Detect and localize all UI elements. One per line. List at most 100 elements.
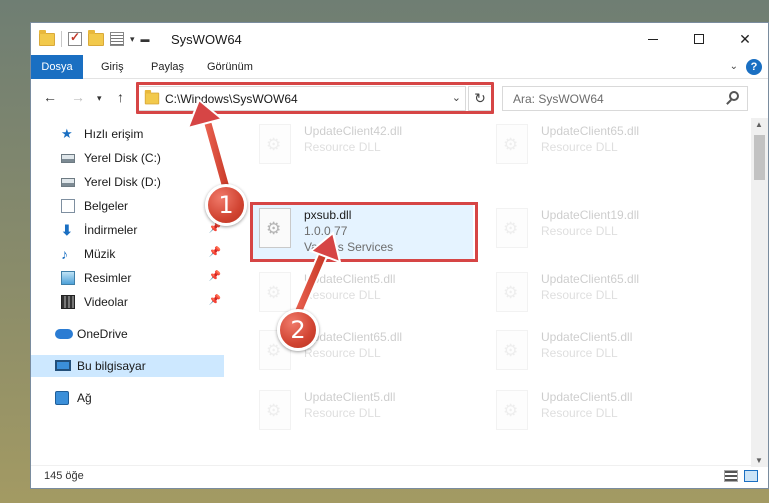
toolbar-divider: [61, 31, 62, 47]
tab-share[interactable]: Paylaş: [143, 55, 192, 79]
drive-icon: [61, 154, 75, 163]
scroll-up-arrow-icon[interactable]: ▲: [755, 120, 763, 129]
new-folder-icon[interactable]: [88, 29, 104, 46]
back-arrow-icon[interactable]: ←: [43, 89, 57, 105]
tab-view[interactable]: Görünüm: [199, 55, 261, 79]
tab-home[interactable]: Giriş: [93, 55, 132, 79]
file-highlight-frame: [250, 202, 478, 262]
file-tile[interactable]: UpdateClient5.dll Resource DLL: [253, 386, 483, 436]
sidebar-item-local-disk-c[interactable]: Yerel Disk (C:): [31, 147, 224, 169]
file-list: UpdateClient42.dll Resource DLL pxsub.dl…: [247, 118, 744, 467]
sidebar-item-quick-access[interactable]: ★ Hızlı erişim: [31, 123, 224, 145]
file-name: UpdateClient65.dll: [541, 124, 640, 138]
music-icon: ♪: [61, 246, 68, 262]
file-name: UpdateClient5.dll: [541, 330, 633, 344]
rename-icon[interactable]: [110, 32, 124, 46]
file-type: Resource DLL: [541, 140, 618, 154]
sidebar-item-pictures[interactable]: Resimler 📌: [31, 267, 224, 289]
expand-ribbon-chevron-icon[interactable]: ⌄: [730, 61, 738, 72]
customize-toolbar-chevron-icon[interactable]: ▾: [130, 34, 135, 45]
maximize-icon: [694, 34, 704, 44]
sidebar-item-videos[interactable]: Videolar 📌: [31, 291, 224, 313]
network-icon: [55, 391, 69, 405]
search-box[interactable]: Ara: SysWOW64: [502, 86, 748, 111]
dll-file-icon: [259, 390, 291, 430]
document-icon: [61, 199, 75, 213]
help-button[interactable]: ?: [746, 59, 762, 75]
recent-locations-chevron-icon[interactable]: ▾: [97, 93, 102, 104]
tab-file[interactable]: Dosya: [31, 55, 83, 79]
sidebar-item-local-disk-d[interactable]: Yerel Disk (D:): [31, 171, 224, 193]
address-highlight-frame: [136, 82, 494, 114]
file-type: Resource DLL: [541, 406, 618, 420]
window-controls: ✕: [630, 23, 768, 55]
pictures-icon: [61, 271, 75, 285]
minimize-button[interactable]: [630, 23, 676, 55]
computer-icon: [55, 360, 71, 371]
search-icon[interactable]: [729, 91, 739, 101]
download-icon: ⬇: [61, 222, 73, 238]
file-type: Resource DLL: [304, 288, 381, 302]
file-name: UpdateClient65.dll: [541, 272, 640, 286]
file-tile[interactable]: UpdateClient5.dll Resource DLL: [490, 386, 720, 436]
item-count: 145 öğe: [44, 470, 84, 482]
file-tile[interactable]: UpdateClient19.dll Resource DLL: [490, 204, 720, 254]
file-name: UpdateClient19.dll: [541, 208, 640, 222]
title-bar: ▾ ▬ SysWOW64 ✕: [31, 23, 768, 55]
navigation-bar: ← → ▾ ↑ C:\Windows\SysWOW64 ⌄ ↻ Ara: Sys…: [31, 80, 768, 116]
tiles-view-icon[interactable]: [744, 470, 758, 482]
up-arrow-icon[interactable]: ↑: [117, 89, 124, 105]
sidebar-item-network[interactable]: Ağ: [31, 387, 224, 409]
dll-file-icon: [496, 208, 528, 248]
sidebar-item-this-pc[interactable]: Bu bilgisayar: [31, 355, 224, 377]
sidebar-item-label: Bu bilgisayar: [77, 359, 146, 373]
dll-file-icon: [496, 330, 528, 370]
maximize-button[interactable]: [676, 23, 722, 55]
dll-file-icon: [496, 390, 528, 430]
file-type: Resource DLL: [304, 406, 381, 420]
search-placeholder: Ara: SysWOW64: [513, 92, 604, 106]
file-type: Resource DLL: [304, 346, 381, 360]
sidebar-item-downloads[interactable]: ⬇ İndirmeler 📌: [31, 219, 224, 241]
drive-icon: [61, 178, 75, 187]
step-2-marker: 2: [277, 309, 319, 351]
sidebar-item-label: Müzik: [84, 247, 116, 261]
pin-icon[interactable]: 📌: [209, 295, 221, 306]
file-type: Resource DLL: [541, 224, 618, 238]
file-type: Resource DLL: [541, 288, 618, 302]
sidebar-item-onedrive[interactable]: OneDrive: [31, 323, 224, 345]
file-tile[interactable]: UpdateClient5.dll Resource DLL: [490, 326, 720, 376]
close-button[interactable]: ✕: [722, 23, 768, 55]
vertical-scrollbar[interactable]: ▲ ▼: [751, 118, 768, 467]
sidebar-item-music[interactable]: ♪ Müzik 📌: [31, 243, 224, 265]
details-view-icon[interactable]: [724, 470, 738, 482]
ribbon-tabs: Dosya Giriş Paylaş Görünüm ⌄ ?: [31, 55, 768, 79]
scrollbar-thumb[interactable]: [754, 135, 765, 180]
status-bar: 145 öğe: [31, 465, 768, 488]
pin-icon[interactable]: 📌: [209, 271, 221, 282]
navigation-pane: ★ Hızlı erişim Yerel Disk (C:) Yerel Dis…: [31, 119, 224, 467]
sidebar-item-label: Videolar: [84, 295, 128, 309]
dll-file-icon: [496, 272, 528, 312]
file-tile[interactable]: UpdateClient42.dll Resource DLL: [253, 120, 483, 170]
window-title: SysWOW64: [171, 32, 242, 47]
sidebar-item-label: Yerel Disk (C:): [84, 151, 161, 165]
minimize-icon: [648, 38, 658, 40]
scroll-down-arrow-icon[interactable]: ▼: [755, 456, 763, 465]
forward-arrow-icon[interactable]: →: [71, 89, 85, 105]
file-tile[interactable]: UpdateClient65.dll Resource DLL: [490, 120, 720, 170]
star-icon: ★: [61, 126, 73, 141]
properties-check-icon[interactable]: [68, 30, 82, 46]
qat-dropdown-icon[interactable]: ▬: [141, 34, 150, 44]
file-name: UpdateClient5.dll: [304, 390, 396, 404]
quick-access-toolbar: ▾ ▬: [39, 29, 150, 47]
file-name: UpdateClient42.dll: [304, 124, 403, 138]
sidebar-item-label: Yerel Disk (D:): [84, 175, 161, 189]
explorer-window: ▾ ▬ SysWOW64 ✕ Dosya Giriş Paylaş Görünü…: [30, 22, 769, 489]
sidebar-item-documents[interactable]: Belgeler 📌: [31, 195, 224, 217]
dll-file-icon: [259, 124, 291, 164]
pin-icon[interactable]: 📌: [209, 247, 221, 258]
dll-file-icon: [259, 272, 291, 312]
file-tile[interactable]: UpdateClient65.dll Resource DLL: [490, 268, 720, 318]
sidebar-item-label: OneDrive: [77, 327, 128, 341]
